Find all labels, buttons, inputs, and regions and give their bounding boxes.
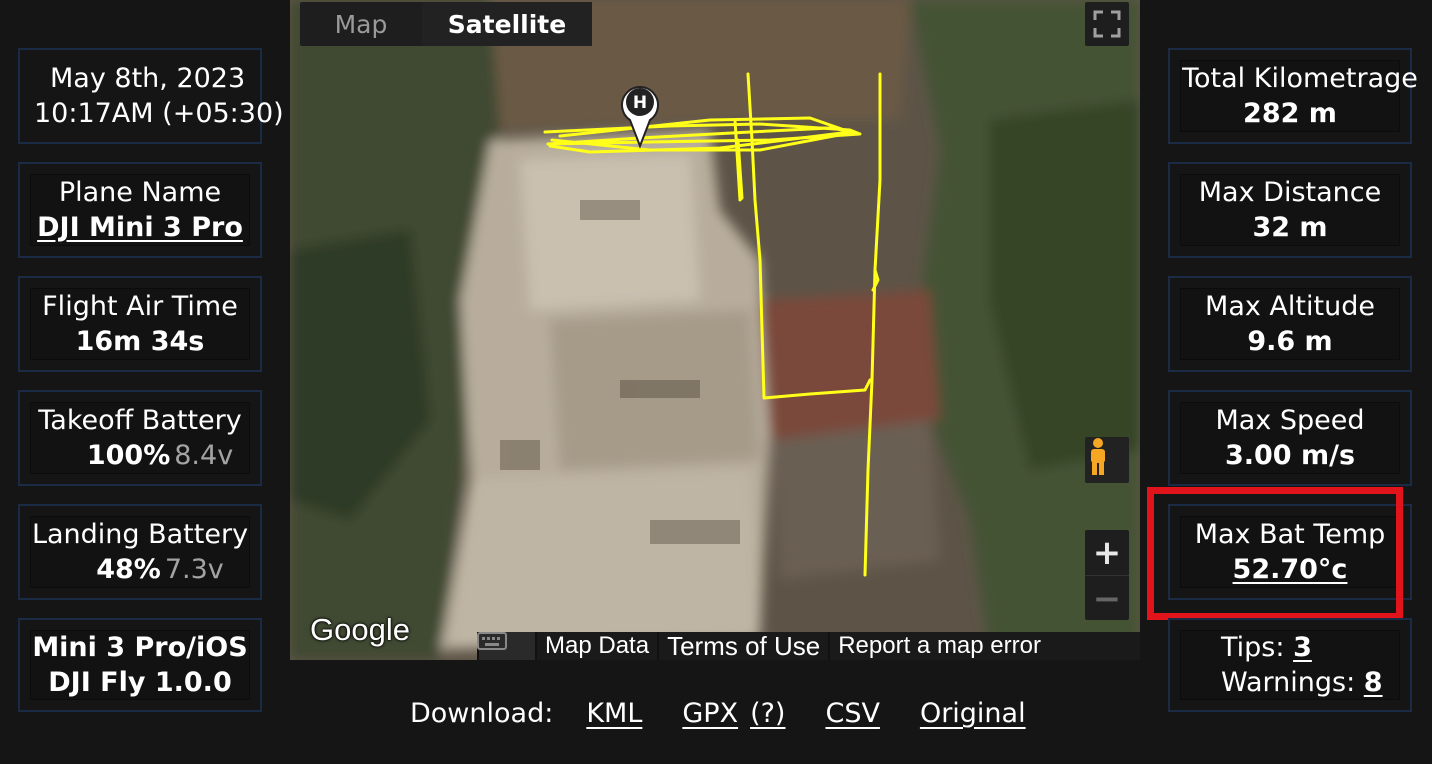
plane-name-inner: Plane Name DJI Mini 3 Pro [30, 174, 250, 246]
takeoff-battery-inner: Takeoff Battery 100% 8.4v [30, 402, 250, 474]
app-version-card: Mini 3 Pro/iOS DJI Fly 1.0.0 [18, 618, 262, 712]
landing-battery-percent: 48% [96, 554, 161, 585]
app-version-inner: Mini 3 Pro/iOS DJI Fly 1.0.0 [30, 630, 250, 700]
max-speed-card: Max Speed 3.00 m/s [1168, 390, 1412, 486]
flight-time: 10:17AM (+05:30) [34, 98, 284, 129]
report-map-error-link[interactable]: Report a map error [828, 632, 1140, 660]
zoom-in-button[interactable]: + [1085, 530, 1129, 575]
plane-name-label: Plane Name [58, 177, 222, 208]
warnings-label: Warnings: [1221, 667, 1356, 698]
map-type-satellite-button[interactable]: Satellite [422, 2, 592, 46]
app-version: DJI Fly 1.0.0 [48, 667, 232, 698]
tips-row: Tips: 3 [1211, 630, 1312, 665]
map-type-map-button[interactable]: Map [300, 2, 422, 46]
download-row: Download: KML GPX (?) CSV Original [410, 698, 1026, 729]
satellite-imagery: H [290, 0, 1140, 660]
landing-battery-card: Landing Battery 48% 7.3v [18, 504, 262, 600]
download-csv-link[interactable]: CSV [825, 698, 879, 729]
takeoff-battery-label: Takeoff Battery [38, 405, 242, 436]
max-speed-label: Max Speed [1215, 405, 1365, 436]
max-speed-inner: Max Speed 3.00 m/s [1180, 402, 1400, 474]
air-time-inner: Flight Air Time 16m 34s [30, 288, 250, 360]
terms-of-use-link[interactable]: Terms of Use [657, 631, 829, 660]
map-attribution-bar: Map Data Terms of Use Report a map error [477, 631, 1140, 660]
street-view-pegman-button[interactable] [1085, 437, 1129, 483]
date-card: May 8th, 2023 10:17AM (+05:30) [18, 48, 284, 144]
map-data-link[interactable]: Map Data [535, 632, 658, 660]
landing-battery-inner: Landing Battery 48% 7.3v [30, 516, 250, 588]
download-kml-link[interactable]: KML [586, 698, 642, 729]
max-distance-card: Max Distance 32 m [1168, 162, 1412, 258]
flight-map[interactable]: H Map Satellite + − Google Map Data Term… [290, 0, 1140, 660]
keyboard-shortcuts-button[interactable] [477, 632, 535, 660]
warnings-link[interactable]: 8 [1364, 667, 1383, 698]
date-card-inner: May 8th, 2023 10:17AM (+05:30) [30, 60, 300, 132]
flight-date: May 8th, 2023 [50, 63, 246, 94]
max-distance-inner: Max Distance 32 m [1180, 174, 1400, 246]
plane-name-link[interactable]: DJI Mini 3 Pro [37, 210, 243, 245]
google-logo: Google [310, 612, 410, 647]
max-altitude-inner: Max Altitude 9.6 m [1180, 288, 1400, 360]
tips-label: Tips: [1221, 632, 1285, 663]
svg-text:H: H [633, 93, 647, 113]
takeoff-battery-percent: 100% [86, 440, 171, 471]
max-altitude-value: 9.6 m [1247, 326, 1333, 357]
download-label: Download: [410, 698, 554, 729]
download-gpx-link[interactable]: GPX [682, 698, 738, 729]
max-distance-label: Max Distance [1198, 177, 1382, 208]
max-speed-value: 3.00 m/s [1224, 440, 1356, 471]
plane-name-card: Plane Name DJI Mini 3 Pro [18, 162, 262, 258]
total-kilometrage-value: 282 m [1243, 98, 1337, 129]
max-altitude-card: Max Altitude 9.6 m [1168, 276, 1412, 372]
air-time-card: Flight Air Time 16m 34s [18, 276, 262, 372]
tips-warnings-card: Tips: 3 Warnings: 8 [1168, 618, 1412, 712]
gpx-help-link[interactable]: (?) [750, 698, 785, 729]
air-time-value: 16m 34s [75, 326, 205, 357]
pegman-icon [1091, 438, 1105, 475]
landing-battery-values: 48% 7.3v [56, 552, 224, 587]
highlight-box [1147, 487, 1403, 620]
app-platform: Mini 3 Pro/iOS [32, 632, 248, 663]
total-kilometrage-card: Total Kilometrage 282 m [1168, 48, 1418, 144]
total-kilometrage-label: Total Kilometrage [1182, 63, 1418, 94]
tips-warnings-inner: Tips: 3 Warnings: 8 [1180, 630, 1400, 700]
zoom-control: + − [1085, 530, 1129, 620]
fullscreen-icon [1093, 10, 1121, 38]
keyboard-icon [477, 632, 507, 650]
takeoff-battery-voltage: 8.4v [174, 440, 234, 471]
takeoff-battery-card: Takeoff Battery 100% 8.4v [18, 390, 262, 486]
fullscreen-button[interactable] [1085, 2, 1129, 46]
max-distance-value: 32 m [1252, 212, 1328, 243]
air-time-label: Flight Air Time [42, 291, 238, 322]
takeoff-battery-values: 100% 8.4v [47, 438, 233, 473]
warnings-row: Warnings: 8 [1211, 665, 1383, 700]
map-type-control: Map Satellite [300, 2, 592, 46]
download-original-link[interactable]: Original [920, 698, 1026, 729]
landing-battery-label: Landing Battery [31, 519, 249, 550]
landing-battery-voltage: 7.3v [164, 554, 224, 585]
tips-link[interactable]: 3 [1293, 632, 1312, 663]
total-kilometrage-inner: Total Kilometrage 282 m [1180, 60, 1418, 132]
max-altitude-label: Max Altitude [1205, 291, 1375, 322]
zoom-out-button[interactable]: − [1085, 575, 1129, 621]
